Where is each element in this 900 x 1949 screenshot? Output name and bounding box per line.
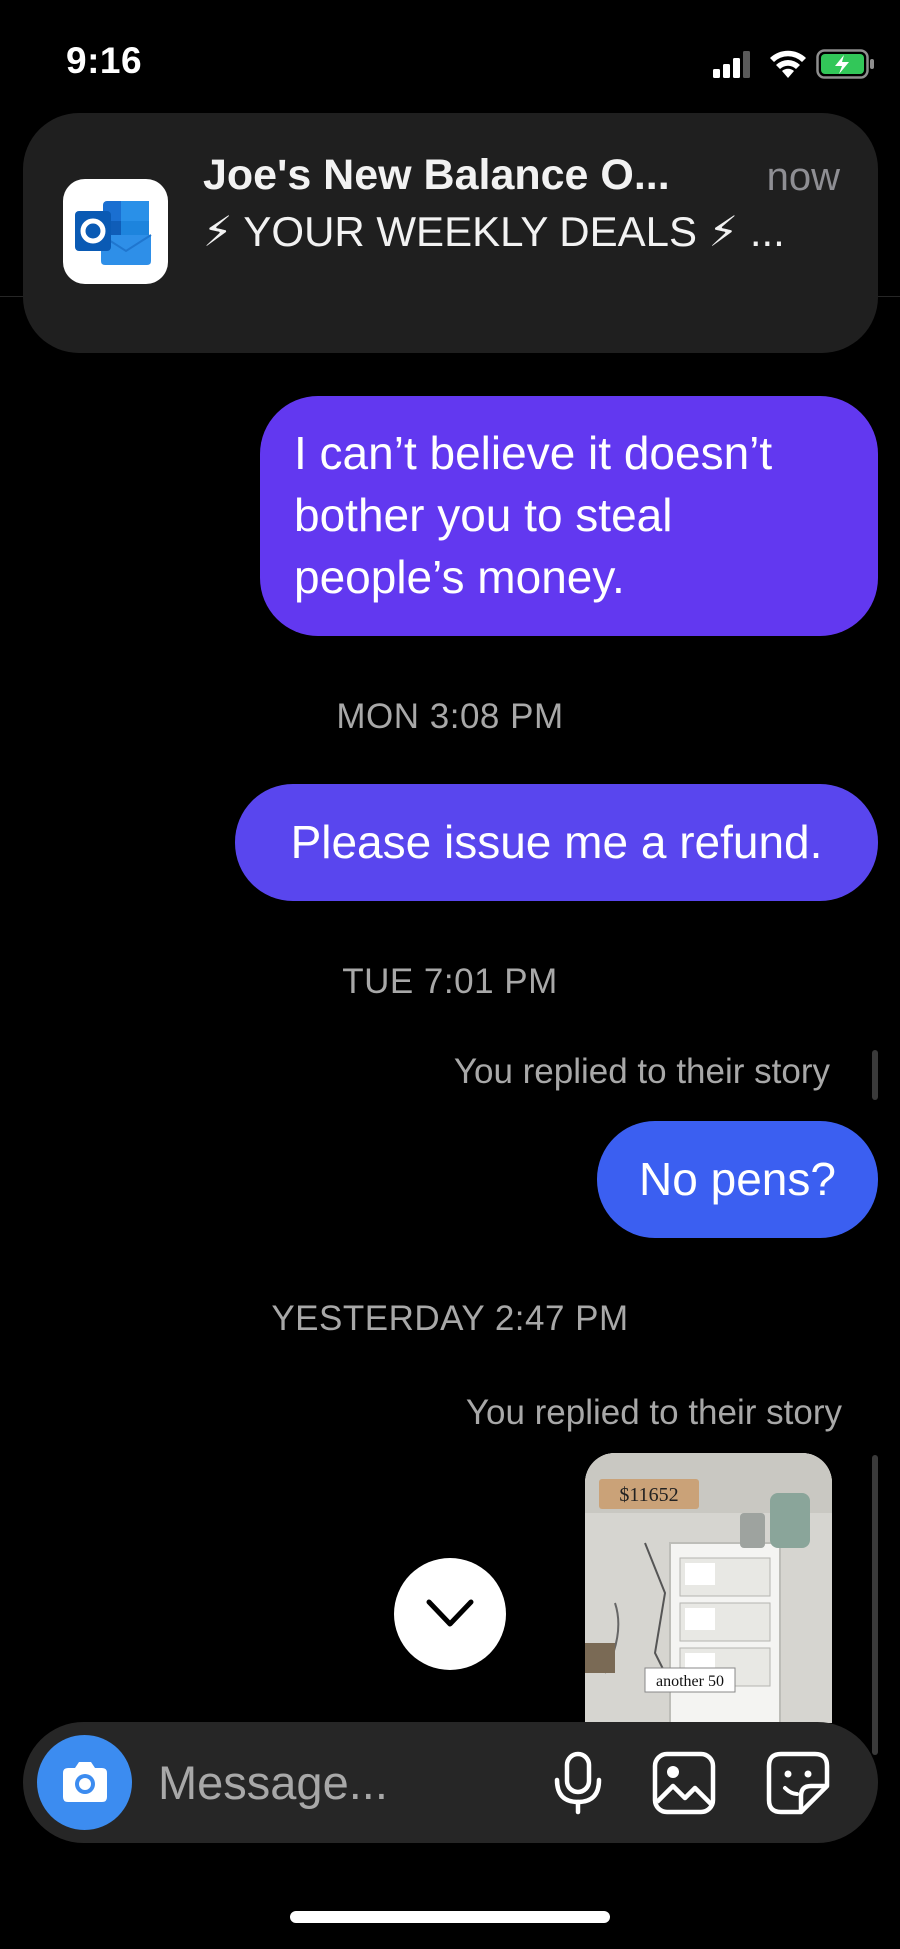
- story-reply-indicator: [872, 1455, 878, 1755]
- story-reply-label: You replied to their story: [453, 1052, 830, 1091]
- sticker-icon: [766, 1751, 830, 1815]
- message-timestamp: TUE 7:01 PM: [342, 962, 558, 1001]
- chevron-down-icon: [426, 1599, 474, 1627]
- status-bar: 9:16: [0, 0, 900, 120]
- message-input[interactable]: [158, 1750, 538, 1814]
- wifi-icon: [770, 50, 806, 78]
- home-indicator[interactable]: [290, 1911, 610, 1923]
- camera-icon: [63, 1762, 107, 1802]
- status-time: 9:16: [66, 40, 143, 81]
- notification-body: ⚡ YOUR WEEKLY DEALS ⚡ ...: [203, 208, 785, 255]
- story-reply-label: You replied to their story: [465, 1393, 842, 1432]
- message-composer: [23, 1722, 878, 1843]
- story-counter: $11652: [619, 1484, 678, 1506]
- image-icon: [652, 1751, 716, 1815]
- message-bubble-sent[interactable]: I can’t believe it doesn’t bother you to…: [260, 396, 878, 636]
- gallery-button[interactable]: [651, 1750, 717, 1816]
- notification-time: now: [766, 155, 840, 199]
- message-timestamp: MON 3:08 PM: [336, 697, 564, 736]
- notification-title: Joe's New Balance O...: [203, 151, 670, 199]
- message-bubble-sent[interactable]: No pens?: [597, 1121, 878, 1238]
- story-thumbnail[interactable]: $11652 another 50: [585, 1453, 832, 1723]
- scroll-to-bottom-button[interactable]: [394, 1558, 506, 1670]
- notification-banner[interactable]: Joe's New Balance O... now ⚡ YOUR WEEKLY…: [23, 113, 878, 353]
- camera-button[interactable]: [37, 1735, 132, 1830]
- battery-charging-icon: [816, 49, 874, 79]
- outlook-icon: [63, 179, 168, 284]
- sticker-button[interactable]: [765, 1750, 831, 1816]
- message-bubble-sent[interactable]: Please issue me a refund.: [235, 784, 878, 901]
- microphone-button[interactable]: [548, 1750, 608, 1816]
- story-reply-indicator: [872, 1050, 878, 1100]
- story-caption: another 50: [656, 1673, 724, 1690]
- message-timestamp: YESTERDAY 2:47 PM: [271, 1299, 629, 1338]
- microphone-icon: [554, 1751, 602, 1815]
- direct-message-screen: 9:16 Joe's New Balance O... now ⚡ YOUR W…: [0, 0, 900, 1949]
- cellular-signal-icon: [713, 51, 750, 78]
